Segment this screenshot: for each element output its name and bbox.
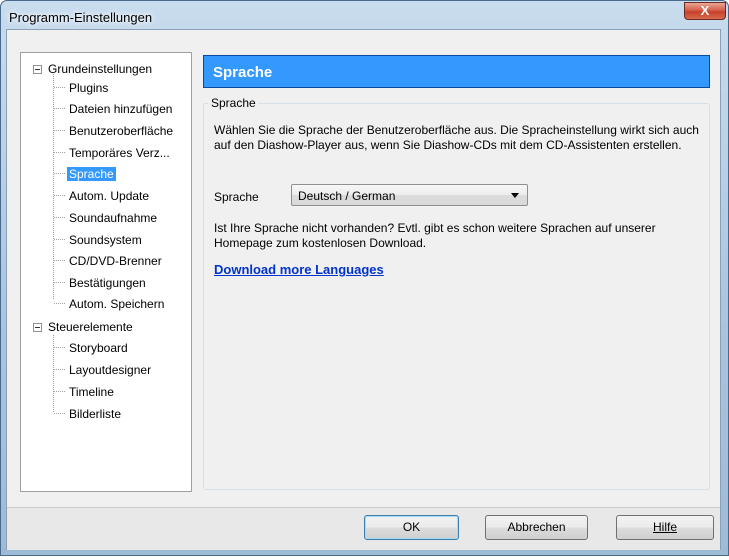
tree-item-bilderliste[interactable]: Bilderliste [67,405,123,423]
panel-header-title: Sprache [213,64,273,81]
language-select-value: Deutsch / German [298,189,396,203]
groupbox-title: Sprache [208,96,259,110]
tree-item-sprache[interactable]: Sprache [67,165,116,183]
tree-item-autom-update[interactable]: Autom. Update [67,187,151,205]
download-languages-link[interactable]: Download more Languages [214,262,384,277]
close-icon: X [700,3,710,18]
help-button-label: Hilfe [652,520,677,534]
tree-item-timeline[interactable]: Timeline [67,383,116,401]
tree-group-grundeinstellungen[interactable]: Grundeinstellungen [46,60,154,78]
window-title: Programm-Einstellungen [9,10,153,25]
close-button[interactable]: X [684,2,726,20]
ok-button[interactable]: OK [364,515,459,540]
chevron-down-icon [511,193,519,198]
tree-item-autom-speichern[interactable]: Autom. Speichern [67,295,166,313]
tree-item-plugins[interactable]: Plugins [67,79,110,97]
language-description: Wählen Sie die Sprache der Benutzeroberf… [214,123,699,152]
tree-item-temporaeres-verz[interactable]: Temporäres Verz... [67,144,172,162]
language-select[interactable]: Deutsch / German [291,184,528,206]
settings-tree[interactable]: Grundeinstellungen Plugins Dateien hinzu… [20,52,192,492]
language-info-text: Ist Ihre Sprache nicht vorhanden? Evtl. … [214,221,656,250]
ok-button-label: OK [402,520,421,534]
tree-item-dateien-hinzufuegen[interactable]: Dateien hinzufügen [67,100,174,118]
tree-item-layoutdesigner[interactable]: Layoutdesigner [67,361,153,379]
language-label: Sprache [214,190,259,204]
language-groupbox [203,103,710,490]
help-button[interactable]: Hilfe [616,515,714,540]
tree-item-soundaufnahme[interactable]: Soundaufnahme [67,209,159,227]
tree-item-storyboard[interactable]: Storyboard [67,339,130,357]
collapse-icon[interactable] [33,65,42,74]
cancel-button[interactable]: Abbrechen [485,515,588,540]
tree-group-steuerelemente[interactable]: Steuerelemente [46,318,135,336]
tree-item-benutzeroberflaeche[interactable]: Benutzeroberfläche [67,122,175,140]
tree-item-cd-dvd-brenner[interactable]: CD/DVD-Brenner [67,252,164,270]
tree-item-soundsystem[interactable]: Soundsystem [67,231,144,249]
title-bar[interactable]: Programm-Einstellungen X [1,1,728,31]
panel-header: Sprache [203,55,710,88]
collapse-icon[interactable] [33,323,42,332]
tree-connector-lines [53,74,65,414]
cancel-button-label: Abbrechen [507,520,566,534]
tree-item-bestaetigungen[interactable]: Bestätigungen [67,274,148,292]
